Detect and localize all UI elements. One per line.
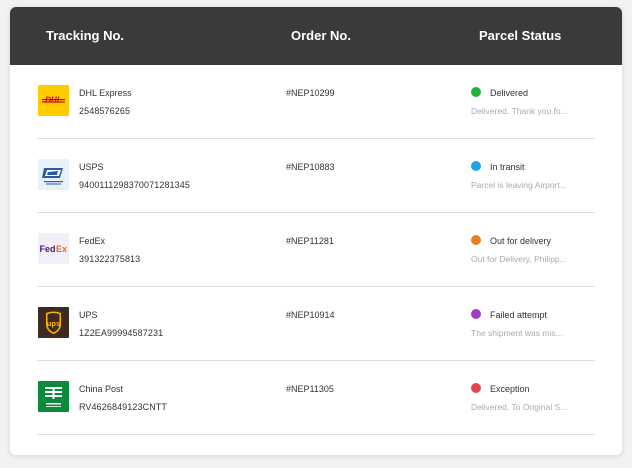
order-column-header: Order No. [291,28,351,43]
svg-text:DHL: DHL [45,96,62,105]
carrier-name: China Post [79,384,124,394]
table-body: DHL DHL Express 2548576265 #NEP10299 Del… [10,65,622,435]
table-row[interactable]: Fed Ex FedEx 391322375813 #NEP11281 Out … [37,213,595,287]
table-row[interactable]: China Post RV4626849123CNTT #NEP11305 Ex… [37,361,595,435]
status-label: Failed attempt [490,310,548,320]
table-row[interactable]: USPS 9400111298370071281345 #NEP10883 In… [37,139,595,213]
order-number[interactable]: #NEP11305 [286,384,334,394]
usps-logo-icon [38,159,69,190]
status-dot-icon [471,309,481,319]
status-detail: Parcel is leaving Airport... [471,180,567,190]
status-column-header: Parcel Status [479,28,562,43]
carrier-name: FedEx [79,236,106,246]
status-dot-icon [471,235,481,245]
tracking-number[interactable]: RV4626849123CNTT [79,402,167,412]
status-detail: Out for Delivery, Philipp... [471,254,567,264]
status-detail: The shipment was mis... [471,328,563,338]
tracking-number[interactable]: 2548576265 [79,106,130,116]
status-dot-icon [471,161,481,171]
status-label: Delivered [490,88,529,98]
status-label: In transit [490,162,525,172]
order-number[interactable]: #NEP10299 [286,88,335,98]
status-label: Exception [490,384,530,394]
svg-text:Ex: Ex [56,244,67,254]
parcel-table-card: Tracking No. Order No. Parcel Status DHL… [10,7,622,455]
tracking-number[interactable]: 1Z2EA99994587231 [79,328,163,338]
tracking-column-header: Tracking No. [46,28,125,43]
order-number[interactable]: #NEP10914 [286,310,335,320]
ups-logo-icon: ups [38,307,69,338]
tracking-number[interactable]: 9400111298370071281345 [79,180,190,190]
carrier-name: DHL Express [79,88,132,98]
svg-text:Fed: Fed [40,244,56,254]
status-dot-icon [471,87,481,97]
status-dot-icon [471,383,481,393]
tracking-number[interactable]: 391322375813 [79,254,140,264]
svg-text:ups: ups [47,319,60,328]
carrier-name: USPS [79,162,104,172]
china-post-logo-icon [38,381,69,412]
order-number[interactable]: #NEP11281 [286,236,334,246]
table-header: Tracking No. Order No. Parcel Status [10,7,622,65]
dhl-logo-icon: DHL [38,85,69,116]
table-row[interactable]: ups UPS 1Z2EA99994587231 #NEP10914 Faile… [37,287,595,361]
table-row[interactable]: DHL DHL Express 2548576265 #NEP10299 Del… [37,65,595,139]
fedex-logo-icon: Fed Ex [38,233,69,264]
status-detail: Delivered, To Original S... [471,402,568,412]
status-detail: Delivered. Thank you fo... [471,106,568,116]
carrier-name: UPS [79,310,98,320]
order-number[interactable]: #NEP10883 [286,162,335,172]
status-label: Out for delivery [490,236,552,246]
